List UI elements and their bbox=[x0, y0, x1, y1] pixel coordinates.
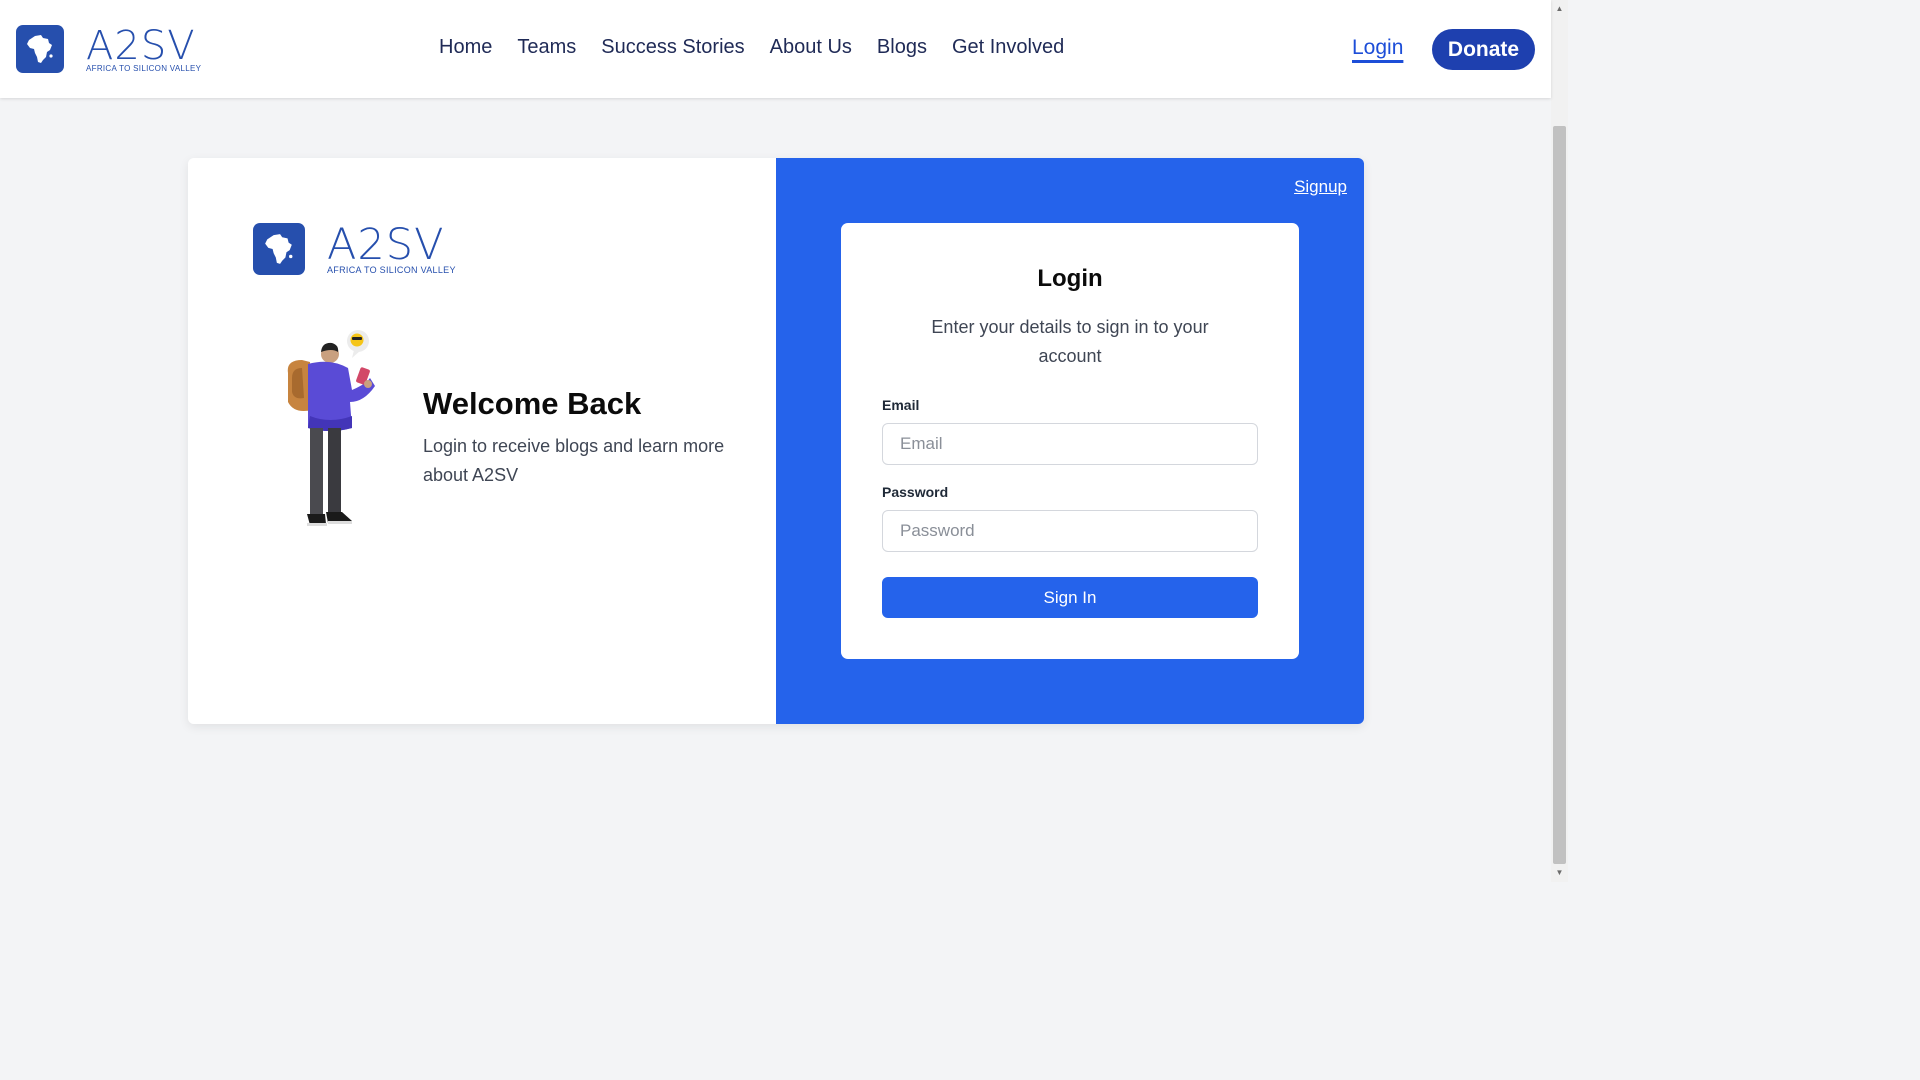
password-input[interactable] bbox=[882, 510, 1258, 552]
donate-button[interactable]: Donate bbox=[1432, 29, 1535, 70]
form-title: Login bbox=[1037, 265, 1103, 292]
nav-about-us[interactable]: About Us bbox=[770, 36, 852, 59]
nav-teams[interactable]: Teams bbox=[517, 36, 576, 59]
scrollbar-thumb[interactable] bbox=[1553, 126, 1566, 864]
form-subtitle: Enter your details to sign in to your ac… bbox=[931, 317, 1209, 366]
header-login-link[interactable]: Login bbox=[1352, 36, 1403, 60]
welcome-title: Welcome Back bbox=[423, 386, 642, 421]
logo-wordmark: A2SV bbox=[327, 220, 445, 270]
header-wordmark: A2SV AFRICA TO SILICON VALLEY bbox=[86, 26, 201, 73]
panel-logo: A2SV AFRICA TO SILICON VALLEY bbox=[253, 223, 456, 275]
password-label: Password bbox=[882, 484, 949, 500]
nav-home[interactable]: Home bbox=[439, 36, 492, 59]
site-header: A2SV AFRICA TO SILICON VALLEY Home Teams… bbox=[0, 0, 1551, 98]
scroll-down-icon[interactable]: ▼ bbox=[1553, 866, 1566, 880]
header-logo[interactable]: A2SV AFRICA TO SILICON VALLEY bbox=[16, 25, 201, 73]
welcome-panel: A2SV AFRICA TO SILICON VALLEY Welcome Ba… bbox=[188, 158, 776, 724]
traveler-illustration bbox=[287, 330, 375, 526]
panel-wordmark: A2SV AFRICA TO SILICON VALLEY bbox=[327, 223, 456, 275]
main-nav: Home Teams Success Stories About Us Blog… bbox=[439, 36, 1064, 59]
africa-map-icon bbox=[253, 223, 305, 275]
nav-blogs[interactable]: Blogs bbox=[877, 36, 927, 59]
logo-tagline: AFRICA TO SILICON VALLEY bbox=[86, 63, 202, 73]
welcome-text: Login to receive blogs and learn more ab… bbox=[423, 436, 725, 485]
sign-in-button[interactable]: Sign In bbox=[882, 577, 1258, 618]
logo-tagline: AFRICA TO SILICON VALLEY bbox=[327, 265, 456, 275]
email-input[interactable] bbox=[882, 423, 1258, 465]
signup-link[interactable]: Signup bbox=[1294, 177, 1347, 197]
scroll-up-icon[interactable]: ▲ bbox=[1553, 2, 1566, 16]
login-card: A2SV AFRICA TO SILICON VALLEY Welcome Ba… bbox=[188, 158, 1364, 724]
logo-wordmark: A2SV bbox=[86, 22, 196, 69]
login-form: Login Enter your details to sign in to y… bbox=[841, 223, 1299, 659]
login-panel: Signup Login Enter your details to sign … bbox=[776, 158, 1364, 724]
email-label: Email bbox=[882, 397, 920, 413]
nav-get-involved[interactable]: Get Involved bbox=[952, 36, 1064, 59]
nav-success-stories[interactable]: Success Stories bbox=[601, 36, 744, 59]
africa-map-icon bbox=[16, 25, 64, 73]
